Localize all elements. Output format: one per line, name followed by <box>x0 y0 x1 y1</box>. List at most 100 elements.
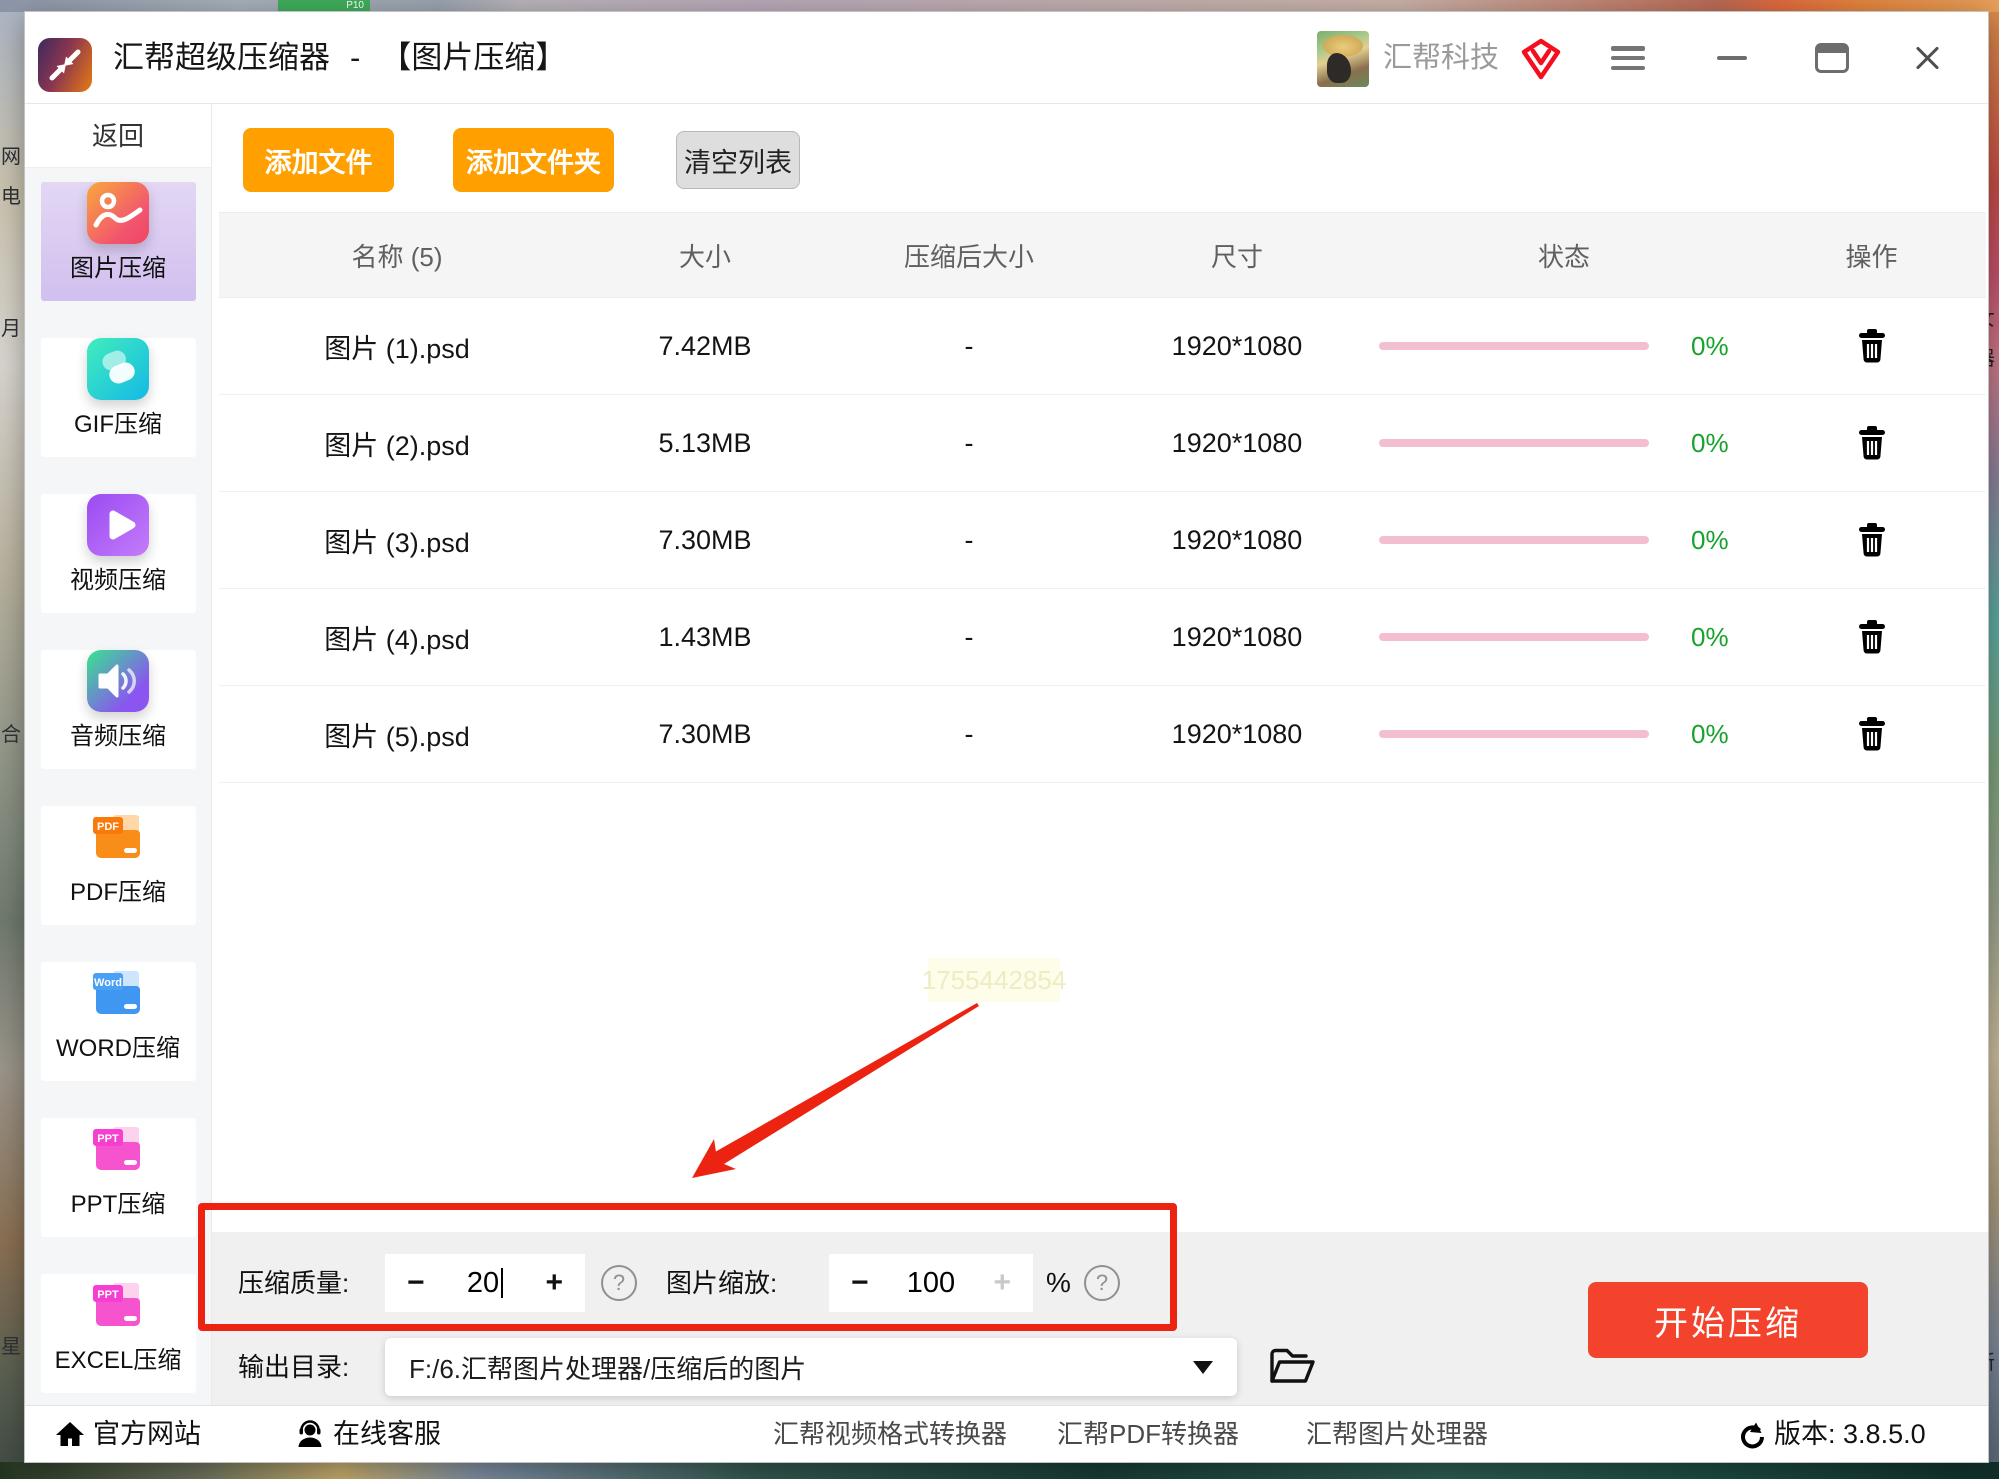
scale-label: 图片缩放: <box>666 1254 777 1312</box>
dropdown-caret-icon <box>1193 1361 1213 1374</box>
quality-label: 压缩质量: <box>238 1254 349 1312</box>
output-dir-label: 输出目录: <box>238 1338 349 1396</box>
word-compress-icon[interactable]: Word WORD压缩 <box>41 962 196 1081</box>
add-folder-button[interactable]: 添加文件夹 <box>453 128 614 192</box>
sidebar-items: 图片压缩 GIF压缩 <box>25 182 211 1393</box>
footer: 官方网站 在线客服 汇帮视频格式转换器 汇帮PDF转换器 汇帮图片处理器 版本:… <box>25 1405 1988 1462</box>
action-cell <box>1757 426 1986 460</box>
action-cell <box>1757 329 1986 363</box>
official-site-link[interactable]: 官方网站 <box>93 1406 201 1463</box>
close-button[interactable] <box>1911 42 1943 74</box>
gif-compress-icon[interactable]: GIF压缩 <box>41 338 196 457</box>
link-video-converter[interactable]: 汇帮视频格式转换器 <box>773 1406 1007 1463</box>
scale-input[interactable]: 100 <box>907 1267 955 1300</box>
file-name: 图片 (3).psd <box>219 521 575 560</box>
folder-compress-icon: PDF <box>87 806 149 868</box>
start-compress-button[interactable]: 开始压缩 <box>1588 1282 1868 1358</box>
pdf-compress-icon[interactable]: PDF PDF压缩 <box>41 806 196 925</box>
minimize-button[interactable] <box>1717 56 1747 60</box>
customer-service-icon <box>295 1420 325 1450</box>
action-cell <box>1757 620 1986 654</box>
delete-trash-icon[interactable] <box>1857 329 1887 363</box>
desktop-fragment: 网 <box>1 140 25 169</box>
compressed-size: - <box>835 622 1103 653</box>
compressed-size: - <box>835 719 1103 750</box>
link-image-processor[interactable]: 汇帮图片处理器 <box>1306 1406 1488 1463</box>
online-service-link[interactable]: 在线客服 <box>333 1406 441 1463</box>
ppt-compress-icon[interactable]: PPT PPT压缩 <box>41 1118 196 1237</box>
table-row: 图片 (5).psd 7.30MB - 1920*1080 0% <box>219 686 1986 783</box>
sidebar-item-label: 音频压缩 <box>41 716 196 751</box>
col-action: 操作 <box>1757 237 1986 274</box>
sidebar-item-label: PPT压缩 <box>41 1184 196 1219</box>
status-cell: 0% <box>1371 622 1757 653</box>
quality-help-icon[interactable]: ? <box>601 1265 637 1301</box>
folder-compress-icon: PPT <box>87 1274 149 1336</box>
status-cell: 0% <box>1371 719 1757 750</box>
screen: P10 网电月合星 女器新 汇帮超级压缩器-【图片压缩】 汇帮科技 <box>0 0 1999 1479</box>
progress-bar <box>1379 439 1649 447</box>
desktop-fragment: 合 <box>1 718 25 747</box>
sidebar-item-label: WORD压缩 <box>41 1028 196 1063</box>
quality-minus-button[interactable]: − <box>407 1266 425 1300</box>
desktop-edge-right: 女器新 <box>1988 12 1999 1462</box>
scale-minus-button[interactable]: − <box>851 1266 869 1300</box>
image-compress-icon <box>87 182 149 244</box>
file-name: 图片 (2).psd <box>219 424 575 463</box>
progress-percent: 0% <box>1691 622 1729 653</box>
desktop-fragment: 电 <box>1 180 25 209</box>
clear-list-button[interactable]: 清空列表 <box>676 131 800 189</box>
hamburger-menu-icon[interactable] <box>1611 46 1645 70</box>
output-dir-select[interactable]: F:/6.汇帮图片处理器/压缩后的图片 <box>385 1338 1237 1396</box>
dimensions: 1920*1080 <box>1103 525 1371 556</box>
quality-plus-button[interactable]: + <box>545 1266 563 1300</box>
progress-bar <box>1379 730 1649 738</box>
file-size: 7.30MB <box>575 719 835 750</box>
delete-trash-icon[interactable] <box>1857 523 1887 557</box>
progress-percent: 0% <box>1691 719 1729 750</box>
svg-text:Word: Word <box>94 977 122 989</box>
vip-badge-icon[interactable] <box>1519 37 1563 81</box>
delete-trash-icon[interactable] <box>1857 426 1887 460</box>
add-file-button[interactable]: 添加文件 <box>243 128 394 192</box>
back-button[interactable]: 返回 <box>25 104 211 168</box>
avatar[interactable] <box>1317 31 1369 87</box>
desktop-fragment: 月 <box>1 312 25 341</box>
file-name: 图片 (5).psd <box>219 715 575 754</box>
account-name: 汇帮科技 <box>1383 12 1499 104</box>
gif-compress-icon <box>87 338 149 400</box>
excel-compress-icon[interactable]: PPT EXCEL压缩 <box>41 1274 196 1393</box>
link-pdf-converter[interactable]: 汇帮PDF转换器 <box>1057 1406 1239 1463</box>
titlebar[interactable]: 汇帮超级压缩器-【图片压缩】 汇帮科技 <box>25 12 1988 104</box>
desktop-fragment: 星 <box>1 1330 25 1359</box>
mode-name: 【图片压缩】 <box>380 40 566 75</box>
file-list: 图片 (1).psd 7.42MB - 1920*1080 0% <box>219 298 1986 783</box>
version-text: 版本: 3.8.5.0 <box>1774 1406 1926 1463</box>
svg-text:PPT: PPT <box>97 1289 119 1301</box>
folder-compress-icon: Word <box>87 962 149 1024</box>
file-size: 1.43MB <box>575 622 835 653</box>
scale-plus-button[interactable]: + <box>993 1266 1011 1300</box>
browse-folder-icon[interactable] <box>1268 1344 1316 1390</box>
image-compress-icon[interactable]: 图片压缩 <box>41 182 196 301</box>
compressed-size: - <box>835 525 1103 556</box>
scale-help-icon[interactable]: ? <box>1084 1265 1120 1301</box>
text-cursor <box>501 1268 503 1298</box>
file-name: 图片 (1).psd <box>219 327 575 366</box>
delete-trash-icon[interactable] <box>1857 620 1887 654</box>
action-cell <box>1757 523 1986 557</box>
percent-sign: % <box>1046 1254 1071 1312</box>
quality-input[interactable]: 20 <box>467 1267 503 1300</box>
folder-compress-icon: PPT <box>87 1118 149 1180</box>
col-dims: 尺寸 <box>1103 237 1371 274</box>
delete-trash-icon[interactable] <box>1857 717 1887 751</box>
progress-bar <box>1379 633 1649 641</box>
audio-compress-icon <box>87 650 149 712</box>
refresh-version-icon[interactable] <box>1736 1421 1766 1451</box>
table-row: 图片 (2).psd 5.13MB - 1920*1080 0% <box>219 395 1986 492</box>
maximize-button[interactable] <box>1815 43 1849 73</box>
video-compress-icon[interactable]: 视频压缩 <box>41 494 196 613</box>
desktop-tab-fragment: P10 <box>278 0 370 12</box>
audio-compress-icon[interactable]: 音频压缩 <box>41 650 196 769</box>
video-compress-icon <box>87 494 149 556</box>
